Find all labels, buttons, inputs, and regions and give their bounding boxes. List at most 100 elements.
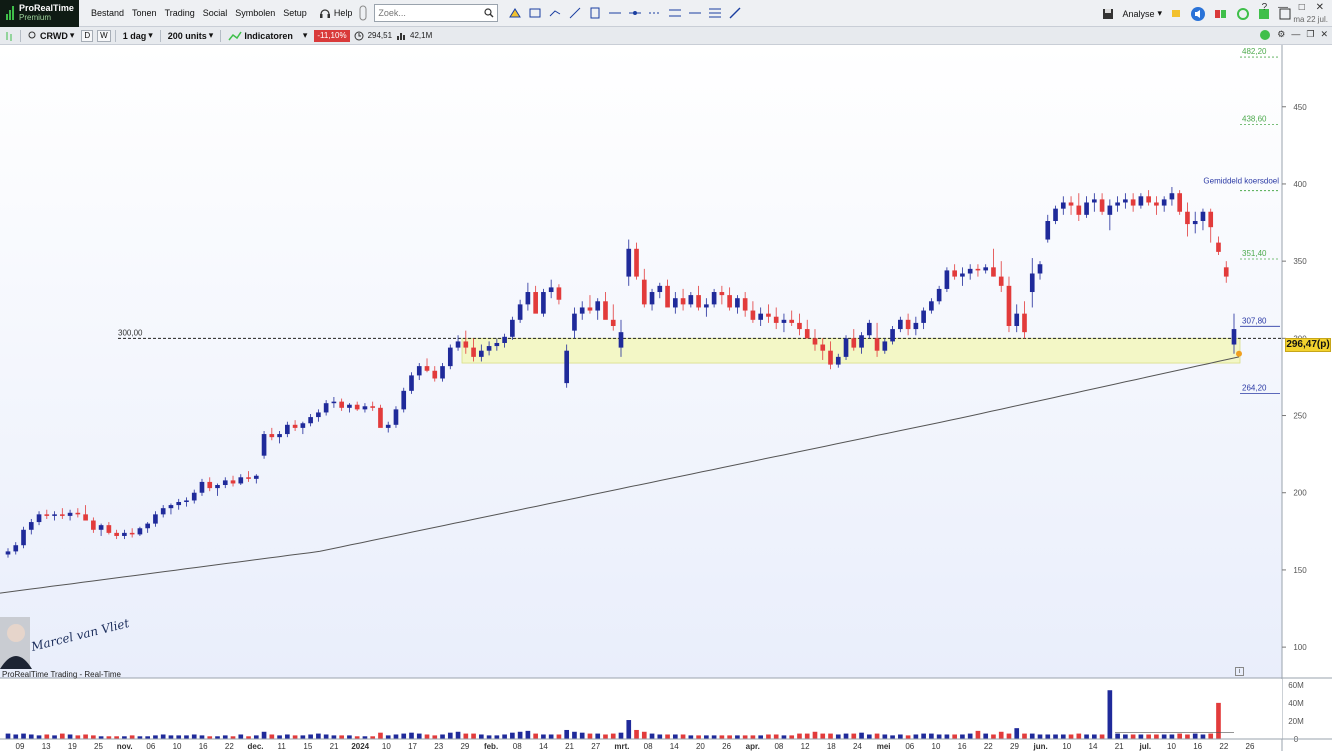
candle-body — [960, 273, 965, 277]
daily-button[interactable]: D — [81, 29, 94, 42]
window-controls[interactable]: ? — □ ✕ — [1262, 2, 1328, 13]
volume-bar — [331, 735, 337, 739]
minimize-icon[interactable]: — — [1291, 29, 1300, 41]
volume-bar — [1045, 734, 1051, 739]
candle-body — [393, 409, 399, 425]
volume-bar — [1123, 734, 1128, 739]
candle-body — [874, 338, 880, 351]
price-chart[interactable]: 100150200250300350400450482,20438,60Gemi… — [0, 45, 1332, 751]
candle-body — [471, 347, 476, 357]
draw-tool-icon[interactable] — [608, 6, 622, 20]
candle-body — [1076, 205, 1082, 215]
info-icon[interactable]: i — [1235, 667, 1244, 676]
volume-tick-label: 60M — [1288, 681, 1304, 690]
flag-icon[interactable] — [1170, 8, 1182, 20]
period-selector[interactable]: 1 dag ▾ — [120, 29, 156, 43]
volume-bar — [75, 735, 81, 739]
refresh-icon[interactable] — [1236, 7, 1250, 21]
symbol-selector[interactable]: CRWD ▾ — [25, 29, 77, 43]
time-tick-label: 08 — [513, 742, 522, 751]
candle-body — [1208, 211, 1214, 228]
volume-bar — [378, 732, 383, 739]
volume-bar — [479, 734, 484, 739]
volume-bar — [564, 729, 570, 739]
time-tick-label: 10 — [1167, 742, 1176, 751]
volume-bar — [866, 734, 872, 739]
draw-tool-icon[interactable] — [688, 6, 702, 20]
volume-bar — [991, 734, 996, 739]
volume-bar — [998, 731, 1004, 739]
candle-body — [913, 322, 919, 330]
menu-setup[interactable]: Setup — [279, 8, 311, 18]
candle-body — [83, 514, 88, 521]
sync-icon[interactable] — [1259, 29, 1271, 41]
chart-window-controls: ⚙ — ❐ ✕ — [1259, 29, 1328, 41]
time-tick-label: 21 — [330, 742, 339, 751]
save-icon[interactable] — [1102, 8, 1114, 20]
volume-bar — [1099, 734, 1105, 739]
candle-body — [727, 295, 732, 308]
draw-tool-icon[interactable] — [728, 6, 742, 20]
time-tick-label: 20 — [696, 742, 705, 751]
menu-social[interactable]: Social — [199, 8, 232, 18]
search-input[interactable] — [378, 8, 479, 18]
price-tick-label: 350 — [1293, 257, 1307, 266]
search-icon[interactable] — [484, 8, 494, 18]
draw-tool-icon[interactable] — [628, 6, 642, 20]
volume-bar — [1092, 734, 1097, 739]
volume-bar — [455, 731, 461, 739]
analyse-menu[interactable]: Analyse ▾ — [1122, 8, 1162, 19]
menu-trading[interactable]: Trading — [161, 8, 199, 18]
volume-bar — [983, 733, 989, 739]
time-tick-label: 2024 — [351, 742, 369, 751]
draw-tool-icon[interactable] — [648, 6, 662, 20]
draw-tool-icon[interactable] — [588, 6, 602, 20]
draw-tool-icon[interactable] — [668, 6, 682, 20]
candle-body — [28, 522, 34, 530]
draw-tool-icon[interactable] — [548, 6, 562, 20]
chart-type-icon[interactable] — [4, 30, 16, 42]
sound-icon[interactable] — [1190, 6, 1206, 22]
candle-body — [1029, 273, 1035, 293]
candle-body — [1099, 199, 1105, 212]
volume-bar — [44, 734, 50, 739]
candle-body — [75, 512, 81, 515]
price-tick-label: 400 — [1293, 180, 1307, 189]
top-menubar: ProRealTime Premium Bestand Tonen Tradin… — [0, 0, 1332, 27]
candle-body — [323, 403, 329, 413]
volume-bar — [277, 735, 282, 739]
draw-tool-icon[interactable] — [708, 6, 722, 20]
candle-body — [184, 500, 189, 502]
candle-body — [944, 270, 950, 289]
alerts-icon[interactable] — [1214, 7, 1228, 21]
weekly-button[interactable]: W — [97, 29, 111, 42]
restore-icon[interactable]: ❐ — [1306, 29, 1314, 41]
time-tick-label: 10 — [382, 742, 391, 751]
settings-icon[interactable]: ⚙ — [1277, 29, 1285, 41]
help-button[interactable]: Help — [319, 7, 352, 19]
menu-bestand[interactable]: Bestand — [87, 8, 128, 18]
paperclip-icon[interactable] — [358, 5, 368, 21]
draw-tool-icon[interactable] — [568, 6, 582, 20]
candle-body — [292, 424, 298, 428]
candle-body — [1123, 199, 1128, 203]
current-price-tag: 296,47(p) — [1285, 338, 1331, 352]
volume-bar — [199, 735, 205, 739]
units-selector[interactable]: 200 units ▾ — [165, 29, 217, 43]
candle-body — [595, 301, 601, 311]
last-price: 294,51 — [367, 31, 393, 40]
volume-bar — [742, 735, 748, 739]
volume-bar — [657, 734, 663, 739]
volume-bar — [13, 734, 19, 739]
volume-bar — [905, 735, 911, 739]
draw-tool-icon[interactable] — [508, 6, 522, 20]
indicators-button[interactable]: Indicatoren — [225, 29, 296, 43]
close-icon[interactable]: ✕ — [1320, 29, 1328, 41]
time-tick-label: 14 — [1089, 742, 1098, 751]
volume-bar — [572, 731, 577, 739]
draw-tool-icon[interactable] — [528, 6, 542, 20]
menu-symbolen[interactable]: Symbolen — [231, 8, 279, 18]
menu-tonen[interactable]: Tonen — [128, 8, 161, 18]
indicators-dropdown[interactable]: ▾ — [300, 29, 311, 43]
volume-bar — [711, 735, 717, 739]
